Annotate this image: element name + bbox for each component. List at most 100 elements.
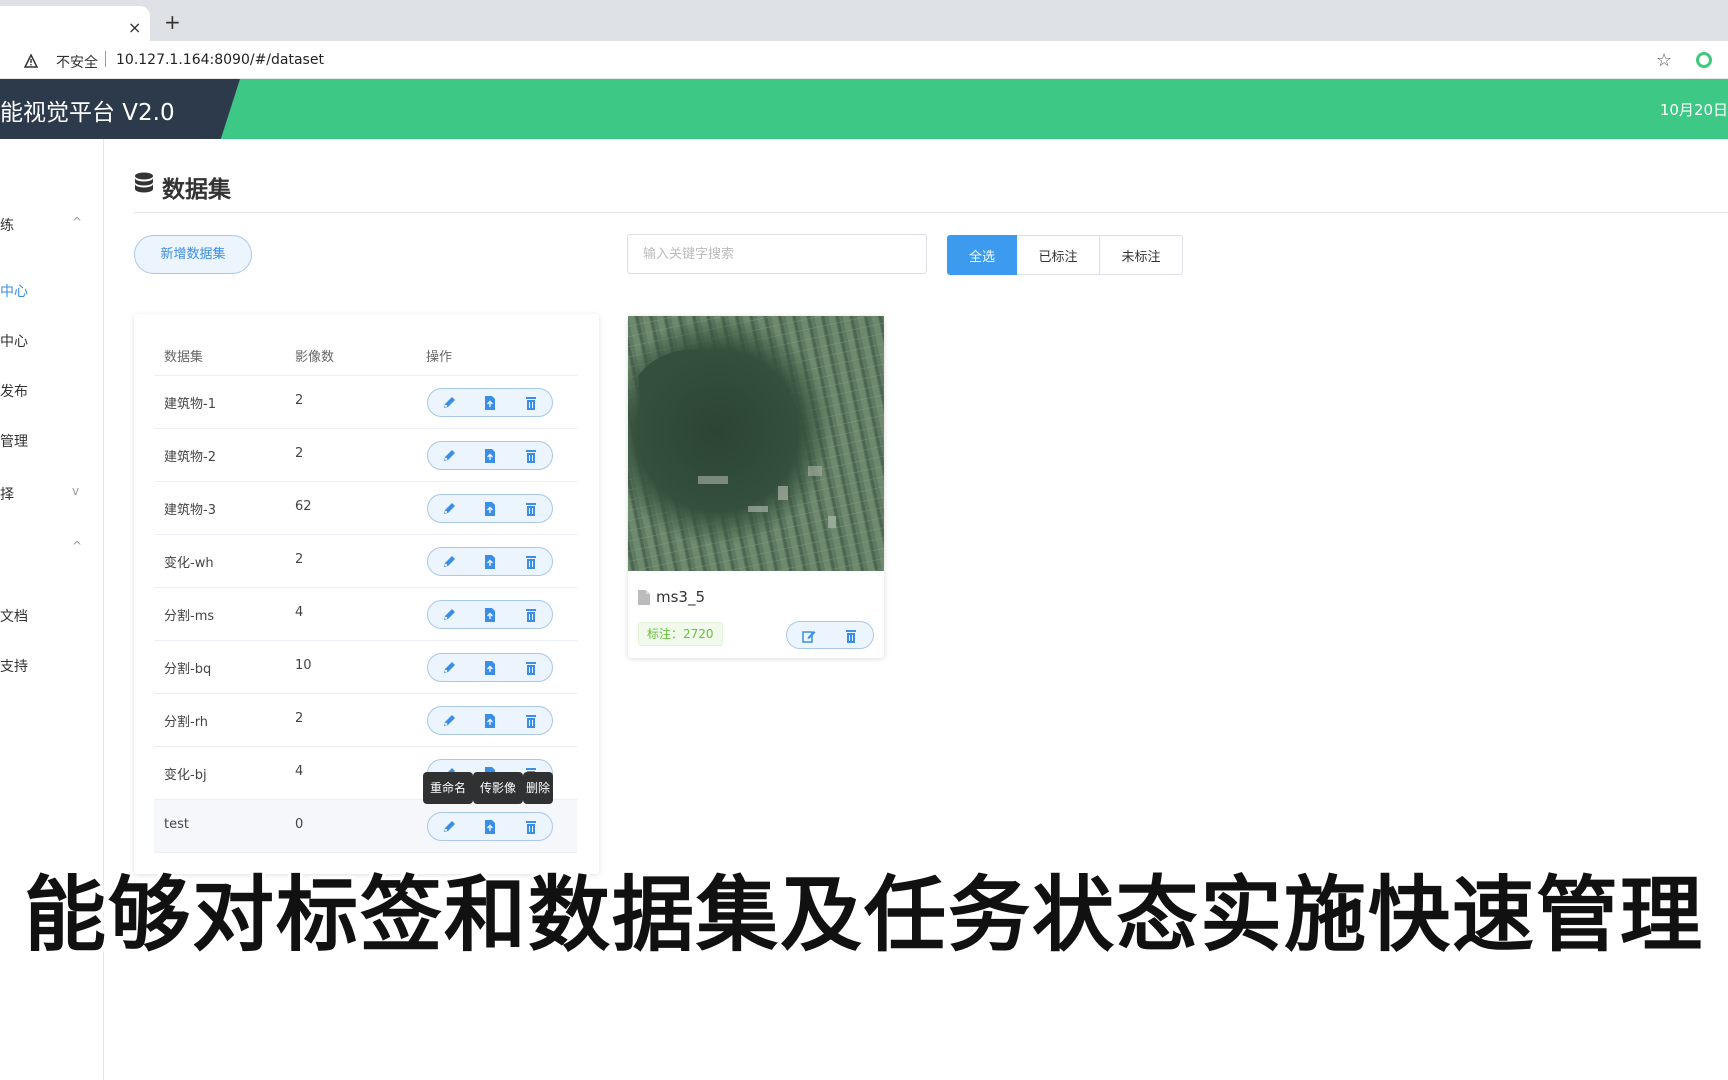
sidebar-item-manage[interactable]: 管理 [0, 431, 28, 451]
row-action-group [427, 706, 553, 735]
new-tab-icon[interactable]: + [164, 10, 181, 34]
sidebar-item-training[interactable]: 练 [0, 215, 14, 235]
extension-icon[interactable] [1696, 52, 1712, 68]
dataset-name: test [164, 817, 189, 832]
upload-image-icon[interactable] [482, 713, 498, 729]
table-row[interactable]: 建筑物-2 2 [154, 429, 577, 482]
sidebar-item-center-2[interactable]: 中心 [0, 331, 28, 351]
dataset-name: 建筑物-3 [164, 503, 216, 518]
table-header: 数据集 影像数 操作 [154, 334, 577, 376]
label-count-badge: 标注：2720 [638, 622, 723, 646]
rename-tooltip: 重命名 [423, 772, 473, 804]
app-header: 能视觉平台 V2.0 10月20日 [0, 79, 1728, 139]
header-date: 10月20日 [1659, 101, 1728, 119]
row-action-group [427, 547, 553, 576]
rename-icon[interactable] [441, 713, 457, 729]
sidebar-item-publish[interactable]: 发布 [0, 381, 28, 401]
filter-unlabeled-button[interactable]: 未标注 [1100, 235, 1183, 275]
sidebar-item-center-1[interactable]: 中心 [0, 281, 28, 301]
image-count: 4 [295, 764, 304, 779]
column-header-count: 影像数 [295, 350, 335, 365]
rename-icon[interactable] [441, 448, 457, 464]
search-input[interactable] [627, 234, 927, 274]
url-text[interactable]: 10.127.1.164:8090/#/dataset [116, 52, 324, 68]
table-row[interactable]: 变化-wh 2 [154, 535, 577, 588]
close-tab-icon[interactable]: × [128, 18, 141, 37]
filter-button-group: 全选 已标注 未标注 [947, 235, 1183, 275]
rename-icon[interactable] [441, 607, 457, 623]
table-row[interactable]: 建筑物-1 2 [154, 376, 577, 429]
table-row[interactable]: 分割-rh 2 [154, 694, 577, 747]
brand-block: 能视觉平台 V2.0 [0, 79, 240, 139]
satellite-image[interactable] [628, 316, 884, 571]
sidebar-item-select[interactable]: 择 [0, 484, 14, 504]
chevron-up-icon[interactable]: ^ [72, 539, 82, 553]
image-count: 2 [295, 446, 304, 461]
delete-icon[interactable] [523, 713, 539, 729]
video-caption: 能够对标签和数据集及任务状态实施快速管理 [23, 867, 1704, 963]
url-field[interactable]: 不安全 10.127.1.164:8090/#/dataset [10, 46, 1700, 74]
upload-image-icon[interactable] [482, 395, 498, 411]
browser-tab[interactable]: × [0, 6, 150, 41]
dataset-name: 分割-bq [164, 662, 212, 677]
card-action-group [786, 621, 874, 649]
app-title: 能视觉平台 V2.0 [0, 100, 175, 126]
delete-icon[interactable] [523, 819, 539, 835]
filter-all-button[interactable]: 全选 [947, 235, 1017, 275]
bookmark-star-icon[interactable]: ☆ [1656, 50, 1672, 71]
delete-icon[interactable] [523, 660, 539, 676]
chevron-up-icon[interactable]: ^ [72, 215, 82, 229]
image-card: ms3_5 标注：2720 [628, 316, 884, 658]
browser-tab-bar: × + [0, 0, 1728, 41]
column-header-actions: 操作 [426, 350, 453, 365]
delete-icon[interactable] [523, 554, 539, 570]
dataset-name: 建筑物-1 [164, 397, 216, 412]
upload-image-icon[interactable] [482, 819, 498, 835]
rename-icon[interactable] [441, 395, 457, 411]
image-name: ms3_5 [656, 588, 706, 606]
dataset-name: 分割-ms [164, 609, 215, 624]
dataset-name: 变化-bj [164, 768, 207, 783]
file-icon [638, 590, 650, 605]
chevron-down-icon[interactable]: v [72, 484, 79, 498]
sidebar-item-support[interactable]: 支持 [0, 656, 28, 676]
rename-icon[interactable] [441, 554, 457, 570]
table-row[interactable]: 分割-bq 10 [154, 641, 577, 694]
table-row[interactable]: 建筑物-3 62 [154, 482, 577, 535]
upload-image-icon[interactable] [482, 607, 498, 623]
image-count: 2 [295, 552, 304, 567]
address-divider [105, 51, 106, 67]
page-title: 数据集 [162, 177, 231, 203]
dataset-name: 建筑物-2 [164, 450, 216, 465]
delete-icon[interactable] [523, 501, 539, 517]
warning-icon [24, 54, 38, 68]
dataset-name: 变化-wh [164, 556, 214, 571]
delete-icon[interactable] [523, 607, 539, 623]
upload-image-icon[interactable] [482, 448, 498, 464]
image-count: 4 [295, 605, 304, 620]
rename-icon[interactable] [441, 501, 457, 517]
trash-icon[interactable] [843, 628, 859, 644]
sidebar-item-docs[interactable]: 文档 [0, 606, 28, 626]
delete-icon[interactable] [523, 395, 539, 411]
browser-address-bar: 不安全 10.127.1.164:8090/#/dataset ☆ [0, 41, 1728, 79]
rename-icon[interactable] [441, 819, 457, 835]
filter-labeled-button[interactable]: 已标注 [1017, 235, 1100, 275]
row-action-group [427, 494, 553, 523]
upload-image-icon[interactable] [482, 660, 498, 676]
row-action-group [427, 600, 553, 629]
row-action-group [427, 653, 553, 682]
add-dataset-button[interactable]: 新增数据集 [134, 235, 252, 274]
delete-icon[interactable] [523, 448, 539, 464]
image-count: 62 [295, 499, 312, 514]
rename-icon[interactable] [441, 660, 457, 676]
row-action-group [427, 812, 553, 841]
insecure-label: 不安全 [56, 55, 98, 71]
table-row[interactable]: 分割-ms 4 [154, 588, 577, 641]
database-icon [135, 172, 153, 193]
table-row[interactable]: test 0 [154, 800, 577, 853]
row-action-group [427, 441, 553, 470]
upload-image-icon[interactable] [482, 501, 498, 517]
edit-icon[interactable] [801, 628, 817, 644]
upload-image-icon[interactable] [482, 554, 498, 570]
